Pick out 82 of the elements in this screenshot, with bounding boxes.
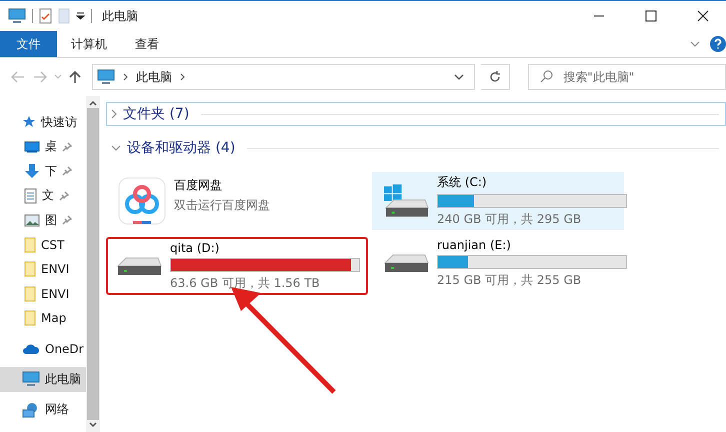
cloud-icon: [22, 342, 40, 355]
blank-page-icon: [58, 8, 70, 24]
sidebar-item[interactable]: 桌: [0, 134, 86, 159]
app-subtitle: 双击运行百度网盘: [174, 197, 270, 214]
help-icon[interactable]: [710, 36, 726, 52]
drive-tile[interactable]: qita (D:) 63.6 GB 可用，共 1.56 TB: [106, 237, 368, 295]
maximize-icon: [645, 10, 657, 22]
sidebar-item[interactable]: ENVI: [0, 282, 86, 306]
app-tile[interactable]: 百度网盘 双击运行百度网盘: [106, 172, 368, 230]
scroll-up-icon[interactable]: [89, 100, 97, 106]
chevron-down-icon[interactable]: [454, 74, 464, 80]
capacity-text: 215 GB 可用，共 255 GB: [437, 272, 582, 288]
sidebar-item[interactable]: 图: [0, 208, 86, 232]
sidebar-item[interactable]: OneDr: [0, 336, 86, 361]
monitor-icon: [24, 140, 40, 153]
sidebar-item[interactable]: ENVI: [0, 257, 86, 282]
sidebar-label: 文: [42, 187, 54, 204]
ribbon-tab[interactable]: 查看: [121, 31, 173, 57]
sidebar-item[interactable]: 下: [0, 159, 86, 184]
sidebar-item[interactable]: 文: [0, 184, 86, 208]
scrollbar[interactable]: [86, 96, 100, 432]
document-icon: [24, 188, 37, 204]
sidebar-item[interactable]: Map: [0, 306, 86, 330]
down-arrow-icon: [24, 163, 40, 180]
drive-tile[interactable]: ruanjian (E:) 215 GB 可用，共 255 GB: [372, 234, 624, 292]
folder-icon: [24, 261, 36, 278]
address-bar[interactable]: 此电脑: [92, 64, 475, 90]
sidebar-item[interactable]: 此电脑: [0, 367, 86, 392]
group-title: 文件夹 (7): [123, 105, 190, 123]
sidebar-label: ENVI: [41, 286, 70, 301]
file-menu-tab[interactable]: 文件: [0, 31, 57, 57]
chevron-right-icon: [123, 73, 128, 81]
sidebar-label: 桌: [45, 138, 57, 156]
folder-icon: [24, 286, 36, 302]
computer-icon: [97, 69, 115, 85]
up-button[interactable]: [68, 70, 82, 84]
drive-name: ruanjian (E:): [437, 238, 512, 252]
sidebar-label: 图: [45, 212, 57, 229]
dropdown-icon[interactable]: [76, 12, 85, 20]
sidebar-item[interactable]: 快速访: [0, 110, 86, 134]
chevron-right-icon: [111, 109, 117, 119]
cloud-app-icon: [118, 177, 166, 225]
folder-icon: [24, 310, 36, 326]
ribbon-tab[interactable]: 计算机: [57, 31, 121, 57]
sidebar-label: OneDr: [45, 342, 84, 356]
network-icon: [22, 402, 40, 418]
search-icon: [540, 70, 554, 83]
drive-name: 系统 (C:): [437, 174, 488, 191]
folder-icon: [24, 236, 36, 253]
breadcrumb[interactable]: 此电脑: [136, 68, 172, 86]
refresh-button[interactable]: [481, 64, 510, 90]
drive-tile[interactable]: 系统 (C:) 240 GB 可用，共 295 GB: [372, 172, 624, 230]
capacity-text: 63.6 GB 可用，共 1.56 TB: [170, 274, 321, 292]
drive-name: qita (D:): [170, 240, 220, 254]
search-field[interactable]: 搜索"此电脑": [528, 64, 726, 90]
sidebar-label: 下: [45, 162, 57, 180]
scroll-down-icon[interactable]: [89, 422, 97, 428]
image-icon: [24, 214, 40, 227]
app-name: 百度网盘: [174, 177, 223, 194]
group-title: 设备和驱动器 (4): [127, 139, 236, 157]
checklist-icon: [39, 8, 52, 24]
close-icon: [697, 10, 709, 22]
star-icon: [22, 115, 36, 130]
window-title: 此电脑: [102, 8, 138, 24]
capacity-text: 240 GB 可用，共 295 GB: [437, 211, 582, 228]
group-header[interactable]: 设备和驱动器 (4): [106, 136, 726, 160]
chevron-down-icon: [111, 145, 121, 151]
sidebar-item[interactable]: 网络: [0, 398, 86, 422]
sidebar-label: Map: [41, 311, 66, 326]
sidebar-label: 此电脑: [45, 370, 81, 388]
sidebar-label: 快速访: [41, 114, 77, 131]
refresh-icon: [489, 71, 502, 83]
chevron-right-icon: [180, 73, 185, 81]
sidebar-label: CST: [41, 238, 64, 252]
sidebar-label: ENVI: [41, 262, 70, 276]
group-header[interactable]: 文件夹 (7): [106, 102, 726, 126]
computer-icon: [22, 371, 40, 388]
sidebar-item[interactable]: CST: [0, 232, 86, 257]
sidebar-label: 网络: [45, 401, 69, 418]
minimize-icon: [593, 15, 605, 17]
computer-icon: [8, 8, 26, 24]
chevron-down-icon[interactable]: [690, 41, 700, 47]
